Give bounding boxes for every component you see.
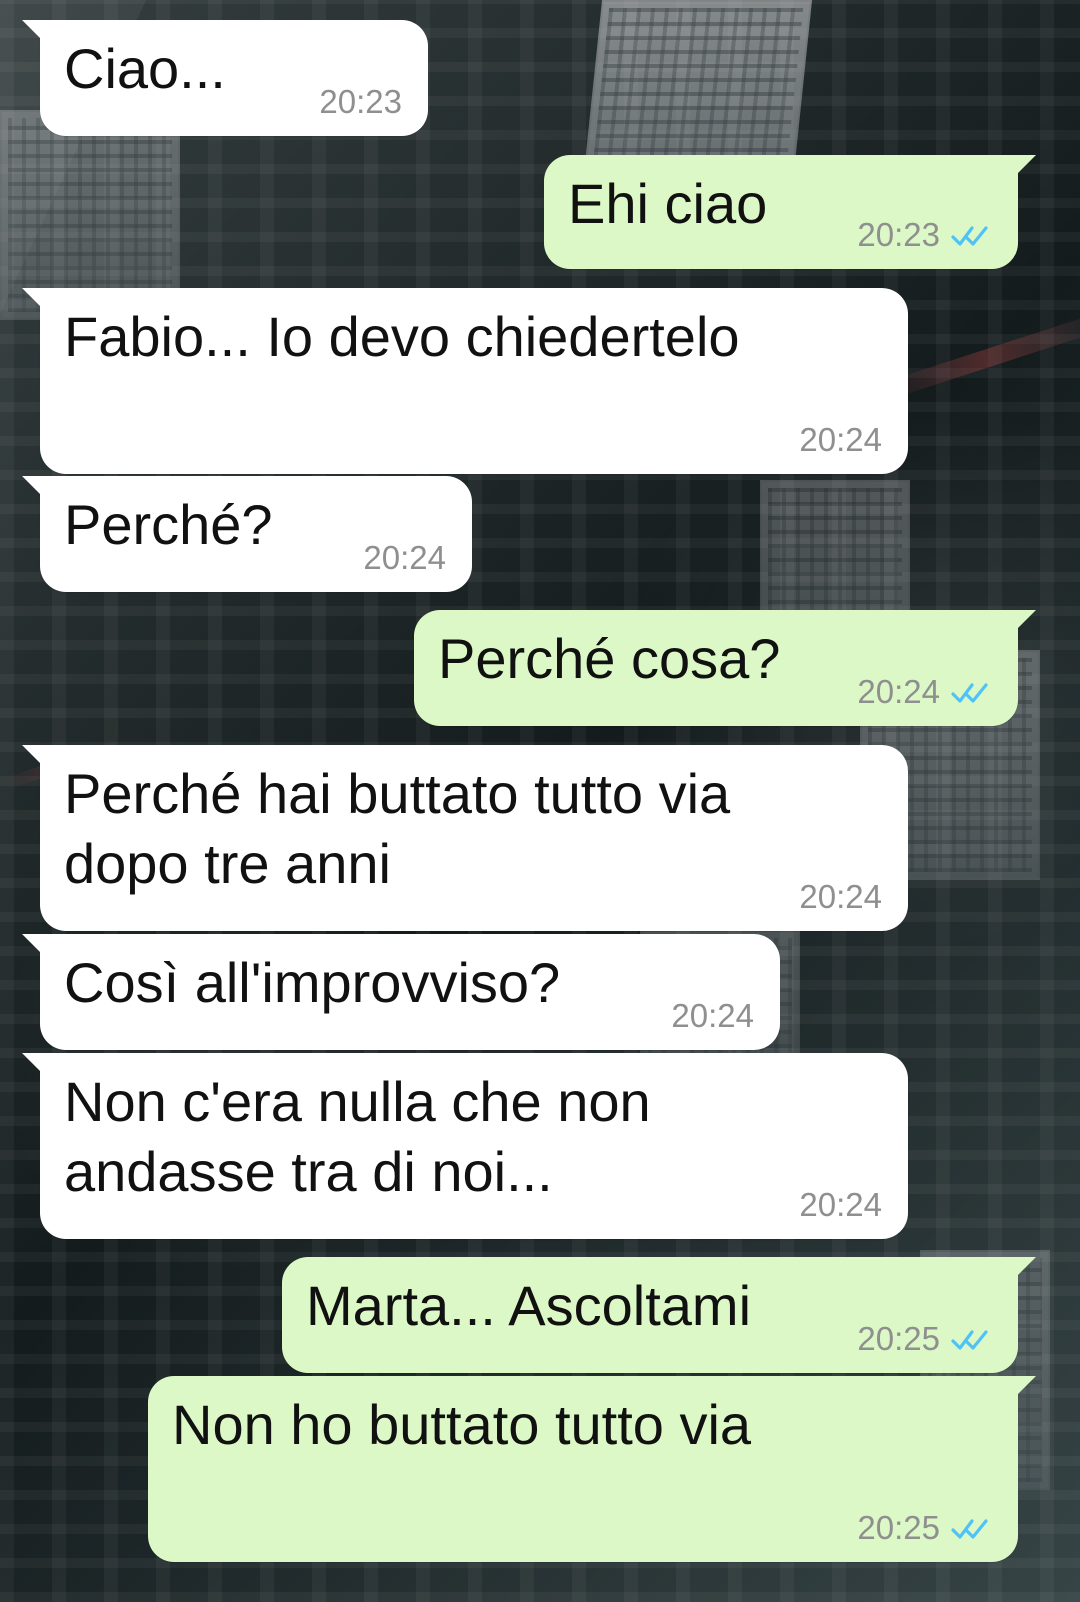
message-bubble-incoming[interactable]: Ciao... 20:23 [22,20,428,136]
message-text: Non c'era nulla che non andasse tra di n… [64,1070,651,1203]
message-text: Ciao... [64,37,226,100]
message-meta: 20:23 [857,218,992,251]
message-time: 20:24 [799,421,882,458]
message-meta: 20:24 [363,541,446,574]
message-time: 20:24 [363,539,446,576]
message-text: Perché cosa? [438,627,781,690]
message-meta: 20:24 [799,423,882,456]
message-time: 20:24 [857,673,940,710]
message-time: 20:25 [857,1509,940,1546]
message-meta: 20:23 [319,85,402,118]
message-time: 20:23 [319,83,402,120]
message-meta: 20:24 [857,675,992,708]
message-bubble-incoming[interactable]: Perché? 20:24 [22,476,472,592]
message-meta: 20:25 [857,1322,992,1355]
message-time: 20:24 [671,997,754,1034]
message-bubble-outgoing[interactable]: Ehi ciao 20:23 [544,155,1036,269]
message-text: Fabio... Io devo chiedertelo [64,305,740,368]
message-text: Marta... Ascoltami [306,1274,752,1337]
message-bubble-incoming[interactable]: Fabio... Io devo chiedertelo 20:24 [22,288,908,474]
message-bubble-incoming[interactable]: Non c'era nulla che non andasse tra di n… [22,1053,908,1239]
message-text: Ehi ciao [568,172,768,235]
message-bubble-outgoing[interactable]: Marta... Ascoltami 20:25 [282,1257,1036,1373]
message-bubble-incoming[interactable]: Perché hai buttato tutto via dopo tre an… [22,745,908,931]
message-text: Non ho buttato tutto via [172,1393,752,1456]
message-bubble-incoming[interactable]: Così all'improvviso? 20:24 [22,934,780,1050]
message-text: Così all'improvviso? [64,951,561,1014]
double-check-icon [950,677,992,707]
message-time: 20:23 [857,216,940,253]
message-time: 20:24 [799,1186,882,1223]
chat-message-list: Ciao... 20:23 Ehi ciao 20:23 Fabio... Io… [0,0,1080,1602]
double-check-icon [950,1513,992,1543]
message-meta: 20:24 [799,1188,882,1221]
double-check-icon [950,220,992,250]
message-text: Perché hai buttato tutto via dopo tre an… [64,762,731,895]
message-text: Perché? [64,493,273,556]
message-meta: 20:24 [671,999,754,1032]
message-bubble-outgoing[interactable]: Perché cosa? 20:24 [414,610,1036,726]
message-bubble-outgoing[interactable]: Non ho buttato tutto via 20:25 [148,1376,1036,1562]
message-meta: 20:25 [857,1511,992,1544]
message-meta: 20:24 [799,880,882,913]
double-check-icon [950,1324,992,1354]
message-time: 20:25 [857,1320,940,1357]
message-time: 20:24 [799,878,882,915]
